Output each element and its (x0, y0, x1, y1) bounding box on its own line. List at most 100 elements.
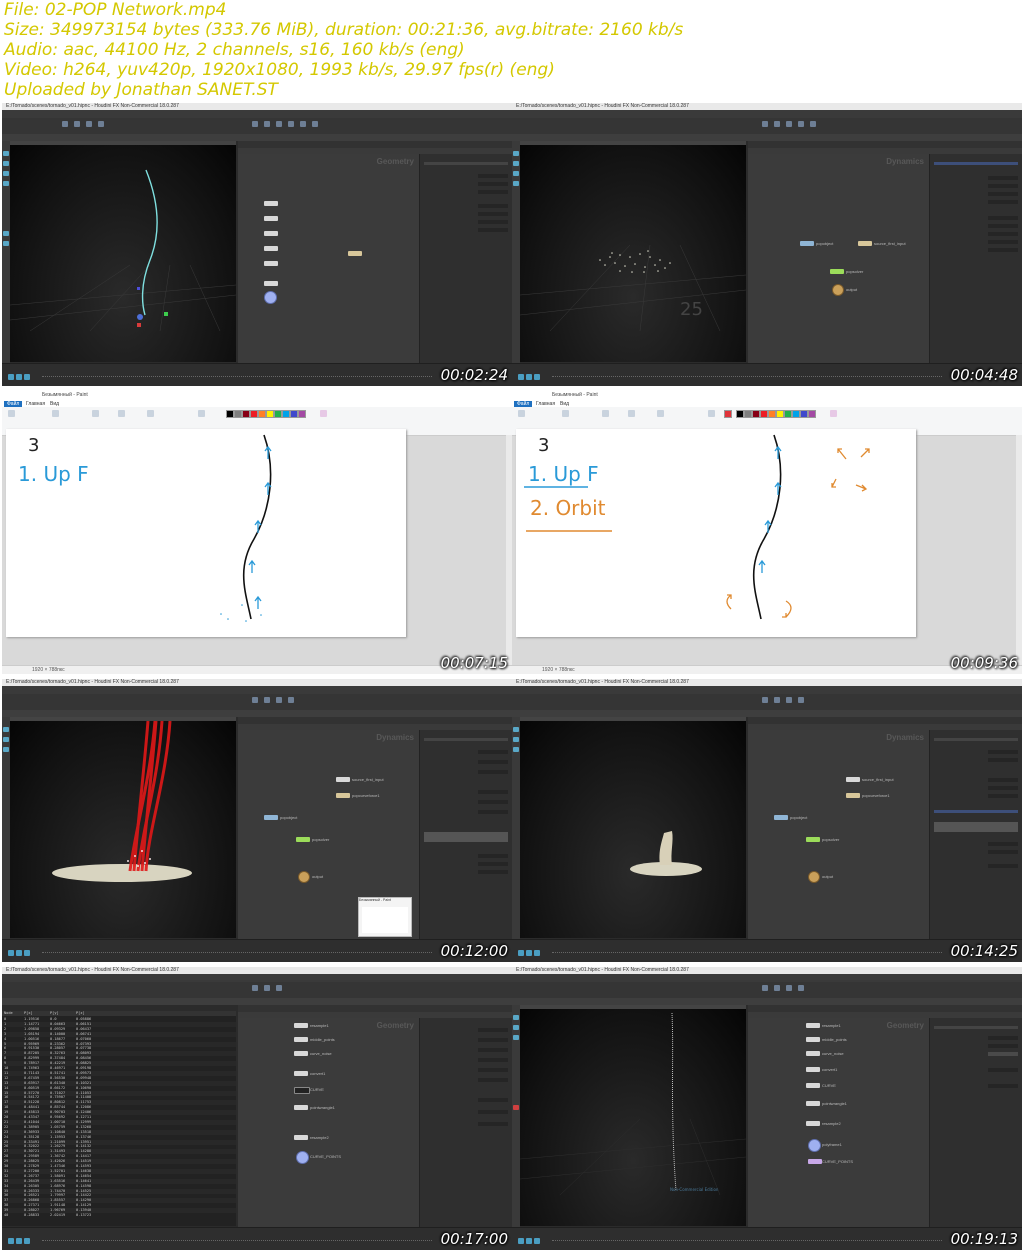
shelf-tool-icon[interactable] (810, 121, 816, 127)
timeline-ruler[interactable] (552, 1240, 942, 1244)
pane-tabs[interactable] (512, 134, 1022, 141)
param-tab-row[interactable] (934, 810, 1018, 813)
thumbnail-houdini-polyframe[interactable]: E:/Tornado/scenes/tornado_v01.hipnc - Ho… (512, 967, 1022, 1250)
color-swatch[interactable] (800, 410, 808, 418)
color-swatch[interactable] (736, 410, 744, 418)
param-field[interactable] (988, 1068, 1018, 1072)
param-field[interactable] (988, 232, 1018, 236)
pane-tabs[interactable] (512, 710, 1022, 717)
network-path-bar[interactable] (238, 1005, 512, 1012)
network-node[interactable] (264, 246, 278, 251)
color-swatch[interactable] (234, 410, 242, 418)
color-swatch[interactable] (808, 410, 816, 418)
shelf-tool-icon[interactable] (300, 121, 306, 127)
param-row[interactable] (934, 1026, 1018, 1029)
play-back-icon[interactable] (8, 374, 14, 380)
output-node[interactable] (808, 871, 820, 883)
pane-tabs[interactable] (2, 710, 512, 717)
param-field[interactable] (988, 758, 1018, 762)
color-swatch[interactable] (282, 410, 290, 418)
param-field[interactable] (478, 800, 508, 804)
param-field[interactable] (478, 1068, 508, 1072)
shelf-tool-icon[interactable] (798, 121, 804, 127)
brush-icon[interactable] (118, 410, 125, 417)
param-field[interactable] (988, 1052, 1018, 1056)
paste-icon[interactable] (518, 410, 525, 417)
network-node[interactable] (806, 1121, 820, 1126)
pencil-icon[interactable] (602, 410, 609, 417)
shapes-icon[interactable] (657, 410, 664, 417)
param-field[interactable] (988, 864, 1018, 868)
param-field[interactable] (478, 750, 508, 754)
thumbnail-houdini-geometry[interactable]: E:/Tornado/scenes/tornado_v01.hipnc - Ho… (2, 103, 512, 386)
param-field[interactable] (478, 1058, 508, 1062)
3d-viewport[interactable]: Non-Commercial Edition (519, 1009, 747, 1226)
outline-size-icon[interactable] (708, 410, 715, 417)
move-tool-icon[interactable] (3, 161, 9, 166)
network-node-selected[interactable] (348, 251, 362, 256)
param-field[interactable] (478, 1038, 508, 1042)
thumbnail-paint-orbit[interactable]: Безымянный - Paint Файл Главная Вид 3 1.… (512, 391, 1022, 674)
color-swatch[interactable] (792, 410, 800, 418)
network-node[interactable] (264, 216, 278, 221)
color-swatch[interactable] (250, 410, 258, 418)
select-icon[interactable] (52, 410, 59, 417)
popsolver-node[interactable] (296, 837, 310, 842)
thumbnail-paint-sketch[interactable]: Безымянный - Paint Файл Главная Вид 3 1.… (2, 391, 512, 674)
network-node[interactable] (806, 1051, 820, 1056)
rotate-tool-icon[interactable] (513, 171, 519, 176)
color-swatch[interactable] (266, 410, 274, 418)
network-node[interactable] (294, 1023, 308, 1028)
select-tool-icon[interactable] (513, 727, 519, 732)
shelf-tool-icon[interactable] (74, 121, 80, 127)
color-swatch[interactable] (752, 410, 760, 418)
param-field[interactable] (478, 1048, 508, 1052)
play-back-icon[interactable] (518, 950, 524, 956)
network-node[interactable] (264, 231, 278, 236)
play-forward-icon[interactable] (24, 950, 30, 956)
play-icon[interactable] (526, 374, 532, 380)
play-icon[interactable] (16, 1238, 22, 1244)
3d-viewport[interactable] (9, 145, 237, 362)
3d-viewport[interactable]: 25 (519, 145, 747, 362)
color-picker-icon[interactable] (830, 410, 837, 417)
ramp-widget[interactable] (424, 832, 508, 842)
param-field[interactable] (988, 200, 1018, 204)
param-field[interactable] (988, 1044, 1018, 1048)
play-icon[interactable] (16, 950, 22, 956)
param-field[interactable] (988, 842, 1018, 846)
select-tool-icon[interactable] (3, 151, 9, 156)
output-node[interactable] (808, 1159, 822, 1164)
popcurveforce-node[interactable] (846, 793, 860, 798)
param-field[interactable] (988, 176, 1018, 180)
3d-viewport[interactable] (10, 720, 236, 938)
popsolver-node[interactable] (830, 269, 844, 274)
network-node[interactable] (264, 201, 278, 206)
shelf-tool-icon[interactable] (86, 121, 92, 127)
param-field[interactable] (988, 850, 1018, 854)
color-swatch[interactable] (760, 410, 768, 418)
param-row[interactable] (934, 738, 1018, 741)
shelf-tool-icon[interactable] (252, 697, 258, 703)
param-field[interactable] (478, 190, 508, 194)
color-swatch[interactable] (274, 410, 282, 418)
thumbnail-houdini-spreadsheet[interactable]: E:/Tornado/scenes/tornado_v01.hipnc - Ho… (2, 967, 512, 1250)
play-forward-icon[interactable] (24, 1238, 30, 1244)
param-field[interactable] (988, 216, 1018, 220)
param-field[interactable] (478, 220, 508, 224)
shelf-tool-icon[interactable] (98, 121, 104, 127)
param-field[interactable] (988, 786, 1018, 790)
move-tool-icon[interactable] (3, 737, 9, 742)
shelf-tool-icon[interactable] (288, 121, 294, 127)
select-tool-icon[interactable] (513, 151, 519, 156)
play-forward-icon[interactable] (534, 950, 540, 956)
param-field[interactable] (478, 854, 508, 858)
play-forward-icon[interactable] (534, 1238, 540, 1244)
rotate-tool-icon[interactable] (3, 171, 9, 176)
3d-viewport[interactable] (520, 721, 746, 938)
param-field[interactable] (478, 182, 508, 186)
color-swatch[interactable] (242, 410, 250, 418)
move-tool-icon[interactable] (513, 737, 519, 742)
play-forward-icon[interactable] (24, 374, 30, 380)
color-swatch[interactable] (776, 410, 784, 418)
